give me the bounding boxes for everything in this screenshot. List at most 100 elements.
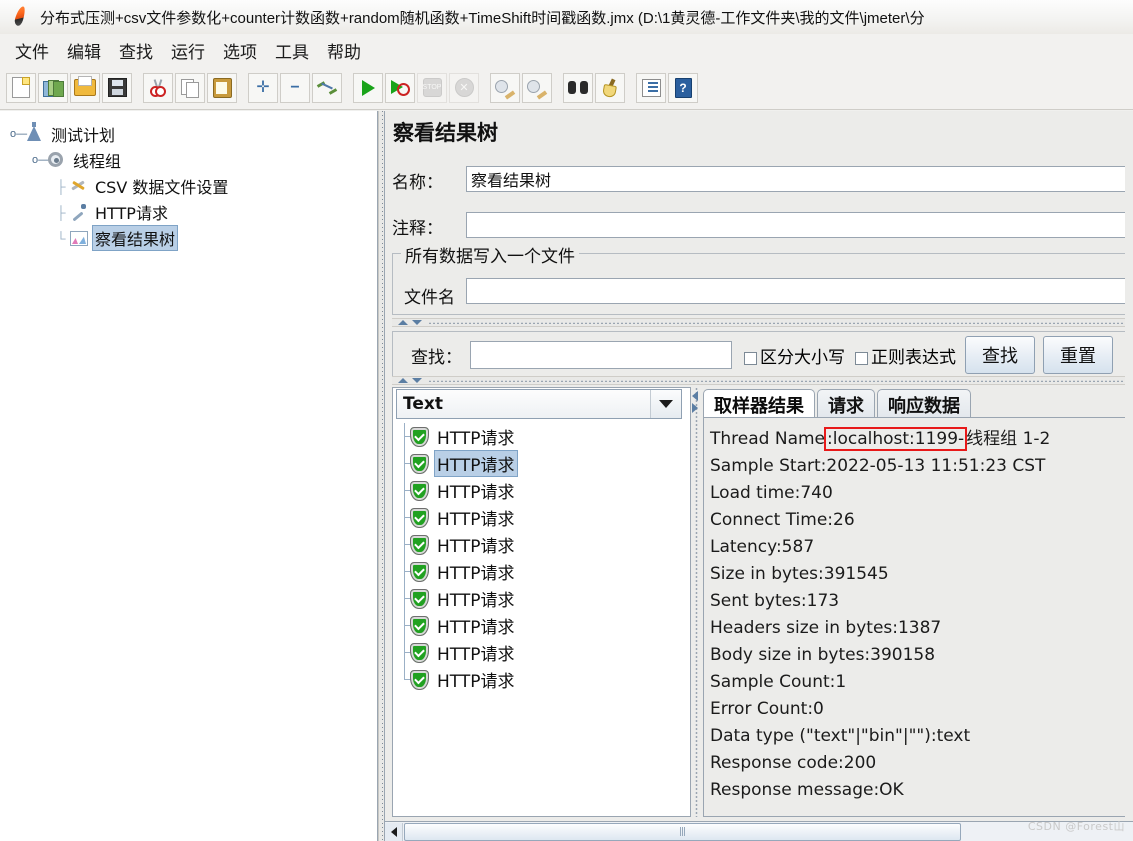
comment-input[interactable] [466,212,1133,238]
stop-icon: STOP [422,78,442,97]
search-button[interactable] [563,72,593,103]
splitter-up-arrow-icon[interactable] [398,320,408,325]
gear-icon [46,151,66,169]
list-item-label: HTTP请求 [437,510,515,530]
function-helper-icon [641,78,661,97]
tree-node-view-results-tree[interactable]: └ 察看结果树 [6,225,377,251]
list-item-label: HTTP请求 [437,618,515,638]
thread-name-line: Thread Name:localhost:1199- 线程组 1-2 [710,426,1133,453]
start-no-pauses-icon [390,79,410,96]
tree-node-label: 测试计划 [51,126,116,145]
tree-branch-icon: └ [56,230,66,246]
toggle-button[interactable] [312,72,342,103]
sampler-result-content[interactable]: Thread Name:localhost:1199- 线程组 1-2 Sampl… [703,417,1133,817]
cut-button[interactable] [143,72,173,103]
clear-icon [495,79,516,100]
clear-button[interactable] [490,72,520,103]
menu-edit[interactable]: 编辑 [58,36,110,65]
menu-help[interactable]: 帮助 [318,36,370,65]
splitter-down-arrow-icon[interactable] [412,320,422,325]
toolbar-group-edit [142,72,238,103]
splitter-down-arrow-icon[interactable] [412,378,422,383]
test-plan-tree[interactable]: o― 测试计划 o― 线程组 ├ CSV 数据文件设置 ├ HTTP请求 └ 察… [0,111,378,841]
stop-button[interactable]: STOP [417,72,447,103]
jmeter-window: 分布式压测+csv文件参数化+counter计数函数+random随机函数+Ti… [0,0,1133,841]
menu-options[interactable]: 选项 [214,36,266,65]
toggle-icon [316,80,338,96]
case-sensitive-checkbox[interactable]: 区分大小写 [744,343,845,368]
success-icon [410,453,429,474]
scroll-left-button[interactable] [385,822,403,841]
name-input[interactable] [466,166,1133,192]
collapse-all-button[interactable]: − [280,72,310,103]
regex-checkbox[interactable]: 正则表达式 [855,343,956,368]
checkbox-box[interactable] [855,351,868,365]
list-item-label: HTTP请求 [437,672,515,692]
success-icon [410,669,429,690]
menu-tools[interactable]: 工具 [266,36,318,65]
result-line: Response message:OK [710,780,904,800]
reset-button[interactable]: 重置 [1043,336,1113,374]
tab-request[interactable]: 请求 [817,389,875,419]
list-item-label: HTTP请求 [434,450,518,477]
shutdown-button[interactable]: ✕ [449,72,479,103]
function-helper-button[interactable] [636,72,666,103]
help-button[interactable]: ? [668,72,698,103]
tree-node-thread-group[interactable]: o― 线程组 [6,147,377,173]
result-line: Response code:200 [710,753,877,773]
horizontal-splitter-top[interactable] [392,318,1133,327]
search-bar: 查找： 区分大小写 正则表达式 查找 重置 [392,331,1133,379]
expand-handle-icon[interactable]: o― [10,128,27,140]
horizontal-scrollbar[interactable] [385,821,1133,841]
result-line: Error Count:0 [710,699,824,719]
clear-all-button[interactable] [522,72,552,103]
thread-name-suffix: 线程组 1-2 [966,429,1051,449]
tab-sampler-result[interactable]: 取样器结果 [703,389,815,419]
expand-all-button[interactable]: ✛ [248,72,278,103]
splitter-grip [428,380,1133,382]
main-vertical-splitter[interactable] [378,111,385,841]
shutdown-icon: ✕ [454,78,474,97]
tree-node-test-plan[interactable]: o― 测试计划 [6,121,377,147]
new-button[interactable] [6,72,36,103]
search-reset-button[interactable] [595,72,625,103]
start-no-pauses-button[interactable] [385,72,415,103]
result-line: Sent bytes:173 [710,591,840,611]
toolbar-group-help: ? [635,72,699,103]
tree-branch-icon: ├ [56,204,66,220]
result-line: Latency:587 [710,537,815,557]
copy-button[interactable] [175,72,205,103]
splitter-left-arrow-icon[interactable] [692,391,698,401]
filename-input[interactable] [466,278,1133,304]
tree-node-http-request[interactable]: ├ HTTP请求 [6,199,377,225]
splitter-up-arrow-icon[interactable] [398,378,408,383]
panel-right-edge [1125,111,1133,821]
results-vertical-splitter[interactable] [691,387,701,817]
list-item-label: HTTP请求 [437,645,515,665]
templates-button[interactable] [38,72,68,103]
checkbox-box[interactable] [744,351,757,365]
tree-branch-icon: ├ [56,178,66,194]
menu-search[interactable]: 查找 [110,36,162,65]
result-line: Data type ("text"|"bin"|""):text [710,726,971,746]
chevron-down-icon[interactable] [650,390,681,418]
menu-run[interactable]: 运行 [162,36,214,65]
find-button[interactable]: 查找 [965,336,1035,374]
search-input[interactable] [470,341,732,369]
horizontal-splitter-bottom[interactable] [392,376,1133,385]
save-button[interactable] [102,72,132,103]
splitter-right-arrow-icon[interactable] [692,403,698,413]
search-icon [568,80,588,95]
tree-node-csv-data-set[interactable]: ├ CSV 数据文件设置 [6,173,377,199]
paste-button[interactable] [207,72,237,103]
start-button[interactable] [353,72,383,103]
copy-icon [181,78,199,98]
jmeter-feather-icon [8,4,34,30]
scrollbar-thumb[interactable] [404,822,961,841]
renderer-combobox[interactable]: Text [396,389,682,419]
tab-response-data[interactable]: 响应数据 [877,389,971,419]
open-icon [74,76,96,96]
expand-handle-icon[interactable]: o― [32,154,49,166]
menu-file[interactable]: 文件 [6,36,58,65]
open-button[interactable] [70,72,100,103]
